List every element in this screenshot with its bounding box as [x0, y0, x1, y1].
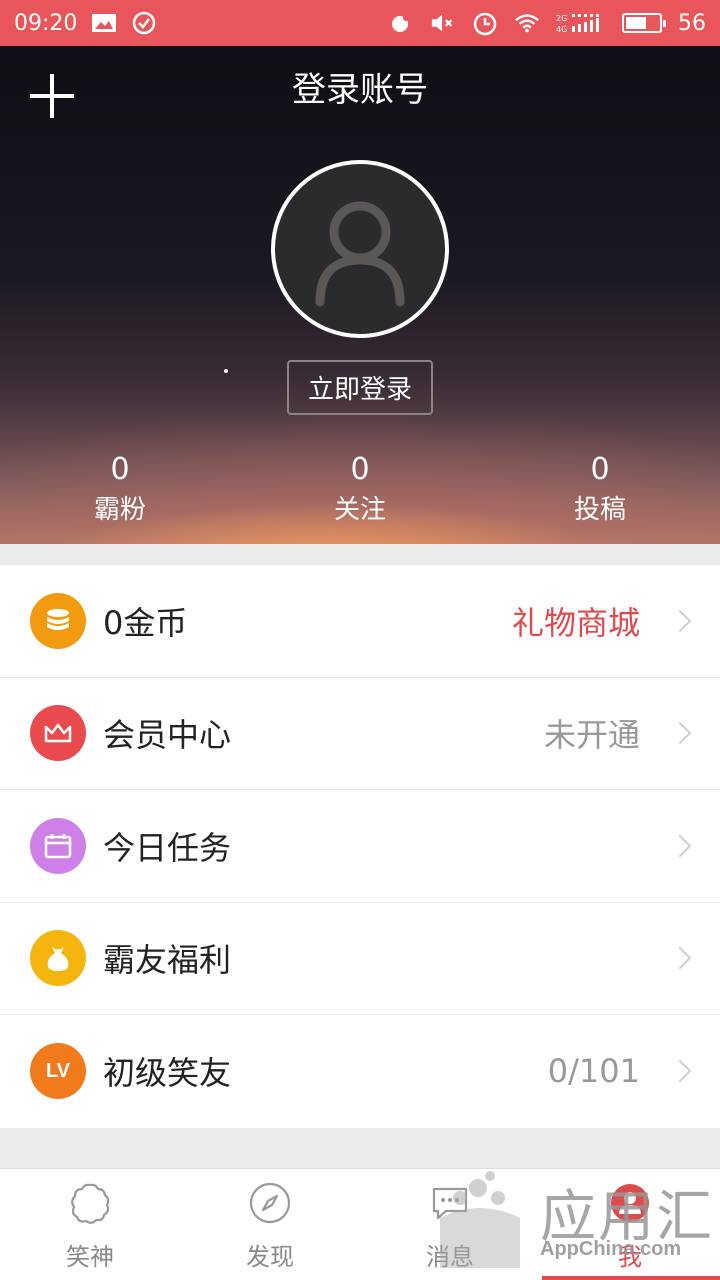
active-tab-indicator: [542, 1276, 720, 1280]
crown-icon: [30, 705, 86, 762]
svg-text:2G: 2G: [556, 14, 567, 23]
menu-value: 0/101: [547, 1052, 640, 1091]
watermark-subtext: AppChina.com: [540, 1238, 682, 1260]
avatar[interactable]: [271, 160, 449, 338]
menu-item-tasks[interactable]: 今日任务: [0, 790, 720, 903]
wifi-icon: [514, 12, 540, 34]
menu-item-coins[interactable]: 0金币 礼物商城: [0, 565, 720, 678]
hand-icon: [388, 12, 414, 34]
stats-row: 0 霸粉 0 关注 0 投稿: [0, 450, 720, 544]
tab-discover[interactable]: 发现: [180, 1169, 360, 1280]
stat-label: 投稿: [573, 495, 626, 525]
stat-value: 0: [110, 452, 130, 487]
stat-posts[interactable]: 0 投稿: [520, 450, 680, 530]
stat-label: 霸粉: [93, 495, 146, 525]
tab-messages[interactable]: 消息: [360, 1169, 540, 1280]
decorative-star: [224, 369, 228, 373]
login-now-button[interactable]: 立即登录: [287, 360, 433, 415]
chevron-right-icon: [668, 721, 692, 745]
menu-list: 0金币 礼物商城 会员中心 未开通 今日任务 霸友福利 LV 初级笑友 0/10…: [0, 565, 720, 1128]
level-badge-icon: LV: [30, 1043, 86, 1100]
stat-fans[interactable]: 0 霸粉: [40, 450, 200, 530]
status-time: 09:20: [14, 10, 78, 36]
menu-label: 初级笑友: [103, 1054, 232, 1093]
nav-label: 发现: [246, 1243, 294, 1271]
calendar-icon: [30, 817, 86, 874]
chevron-right-icon: [668, 946, 692, 970]
stat-value: 0: [350, 452, 370, 487]
nav-label: 笑神: [66, 1243, 114, 1271]
tab-laugh-god[interactable]: 笑神: [0, 1169, 180, 1280]
header-title: 登录账号: [292, 70, 428, 110]
mute-icon: [430, 12, 456, 34]
stat-label: 关注: [333, 495, 386, 525]
image-icon: [91, 12, 117, 34]
battery-icon: [622, 13, 666, 33]
signal-icon: 2G 4G: [556, 12, 606, 34]
user-placeholder-icon: [315, 201, 405, 307]
svg-text:4G: 4G: [556, 25, 567, 34]
alarm-icon: [472, 12, 498, 36]
nav-label: 消息: [426, 1243, 474, 1271]
menu-item-welfare[interactable]: 霸友福利: [0, 903, 720, 1015]
gift-bag-icon: [30, 930, 86, 987]
menu-value: 未开通: [543, 716, 640, 755]
menu-label: 今日任务: [103, 828, 232, 867]
menu-item-level[interactable]: LV 初级笑友 0/101: [0, 1015, 720, 1128]
gift-shop-link[interactable]: 礼物商城: [512, 598, 640, 644]
menu-label: 0金币: [103, 603, 188, 642]
menu-item-vip[interactable]: 会员中心 未开通: [0, 678, 720, 790]
menu-label: 霸友福利: [103, 941, 232, 980]
compass-icon: [249, 1182, 291, 1224]
level-badge-text: LV: [45, 1059, 71, 1082]
stat-following[interactable]: 0 关注: [280, 450, 440, 530]
status-bar: 09:20 2G 4G 56: [0, 0, 720, 46]
stat-value: 0: [590, 452, 610, 487]
chevron-right-icon: [668, 1059, 692, 1083]
profile-header: 登录账号 立即登录 0 霸粉 0 关注 0 投稿: [0, 46, 720, 544]
chat-bubble-icon: [432, 1187, 468, 1220]
chevron-right-icon: [668, 834, 692, 858]
battery-level: 56: [678, 10, 706, 36]
check-circle-icon: [131, 11, 157, 35]
coin-stack-icon: [30, 592, 86, 649]
chevron-right-icon: [668, 609, 692, 633]
menu-label: 会员中心: [103, 716, 232, 755]
laugh-god-icon: [71, 1183, 110, 1224]
